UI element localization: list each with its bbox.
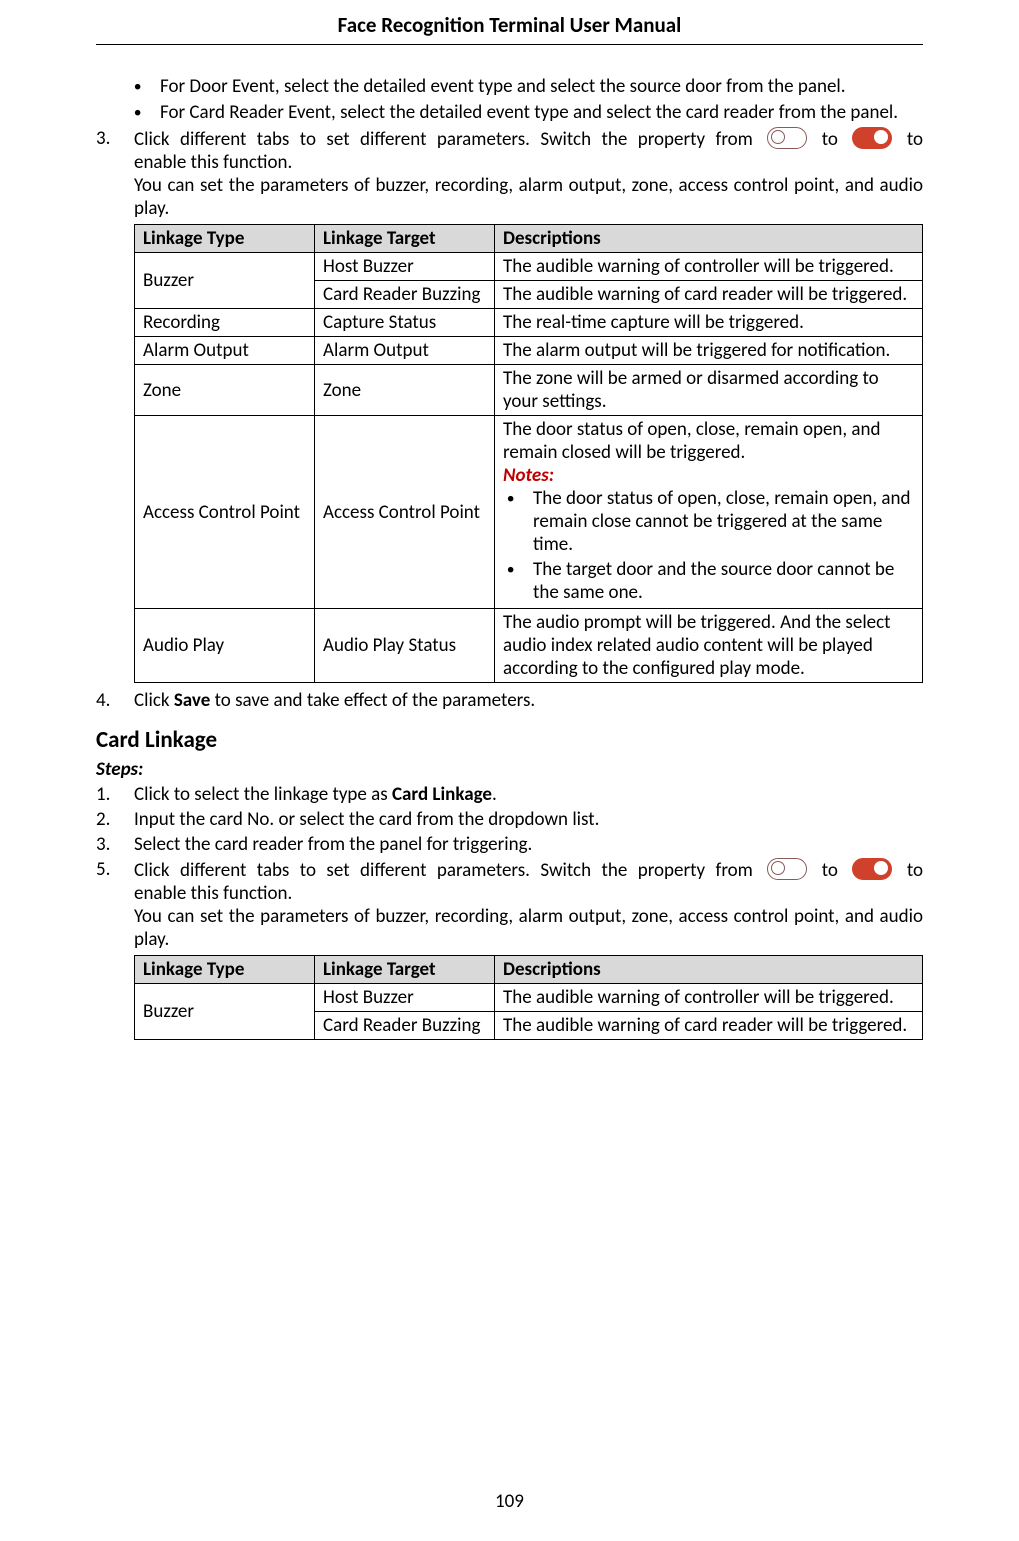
text: Click <box>134 689 174 712</box>
table-row: Zone Zone The zone will be armed or disa… <box>135 365 923 416</box>
cell: Access Control Point <box>315 416 495 609</box>
cell: The door status of open, close, remain o… <box>495 416 923 609</box>
text: You can set the parameters of buzzer, re… <box>134 905 923 951</box>
toggle-on-icon <box>852 858 892 880</box>
ordered-list-b: 1. Click to select the linkage type as C… <box>96 783 923 1044</box>
list-item: 1. Click to select the linkage type as C… <box>96 783 923 806</box>
text: Click different tabs to set different pa… <box>134 128 763 151</box>
linkage-table-2: Linkage Type Linkage Target Descriptions… <box>134 955 923 1040</box>
item-text: Click to select the linkage type as Card… <box>134 783 923 806</box>
item-text: Click different tabs to set different pa… <box>134 127 923 687</box>
ordered-list-a: 3. Click different tabs to set different… <box>96 127 923 712</box>
item-number: 1. <box>96 783 126 806</box>
cell: The zone will be armed or disarmed accor… <box>495 365 923 416</box>
top-bullet-list: For Door Event, select the detailed even… <box>96 75 923 125</box>
list-item: 2. Input the card No. or select the card… <box>96 808 923 831</box>
cell: Alarm Output <box>135 337 315 365</box>
steps-label: Steps: <box>96 758 923 781</box>
text-bold: Card Linkage <box>392 783 492 806</box>
table-row: Buzzer Host Buzzer The audible warning o… <box>135 253 923 281</box>
th-linkage-target: Linkage Target <box>315 225 495 253</box>
text: The door status of open, close, remain o… <box>533 487 914 556</box>
list-item: 3. Click different tabs to set different… <box>96 127 923 687</box>
list-item: For Card Reader Event, select the detail… <box>134 101 923 125</box>
table-row: Alarm Output Alarm Output The alarm outp… <box>135 337 923 365</box>
cell: The audible warning of controller will b… <box>495 253 923 281</box>
list-item: 4. Click Save to save and take effect of… <box>96 689 923 712</box>
doc-header: Face Recognition Terminal User Manual <box>96 12 923 45</box>
cell: The audible warning of controller will b… <box>495 984 923 1012</box>
table-row: Buzzer Host Buzzer The audible warning o… <box>135 984 923 1012</box>
item-text: Input the card No. or select the card fr… <box>134 808 923 831</box>
text: You can set the parameters of buzzer, re… <box>134 174 923 220</box>
text: The door status of open, close, remain o… <box>503 418 881 464</box>
list-item: The target door and the source door cann… <box>507 558 914 604</box>
list-item: For Door Event, select the detailed even… <box>134 75 923 99</box>
cell: Buzzer <box>135 253 315 309</box>
table-row: Recording Capture Status The real-time c… <box>135 309 923 337</box>
item-number: 2. <box>96 808 126 831</box>
cell: The real-time capture will be triggered. <box>495 309 923 337</box>
toggle-off-icon <box>767 858 807 880</box>
cell: Host Buzzer <box>315 253 495 281</box>
text: Click to select the linkage type as <box>134 783 392 806</box>
item-text: Select the card reader from the panel fo… <box>134 833 923 856</box>
text: to save and take effect of the parameter… <box>210 689 535 712</box>
toggle-on-icon <box>852 127 892 149</box>
table-row: Access Control Point Access Control Poin… <box>135 416 923 609</box>
text: to <box>822 128 849 151</box>
th-descriptions: Descriptions <box>495 956 923 984</box>
th-descriptions: Descriptions <box>495 225 923 253</box>
cell: The audio prompt will be triggered. And … <box>495 609 923 683</box>
cell: Card Reader Buzzing <box>315 1012 495 1040</box>
cell: Buzzer <box>135 984 315 1040</box>
cell: Capture Status <box>315 309 495 337</box>
toggle-off-icon <box>767 127 807 149</box>
notes-list: The door status of open, close, remain o… <box>503 487 914 604</box>
cell: Access Control Point <box>135 416 315 609</box>
bullet-text: For Card Reader Event, select the detail… <box>160 101 923 125</box>
table-header-row: Linkage Type Linkage Target Descriptions <box>135 225 923 253</box>
text: Click different tabs to set different pa… <box>134 859 763 882</box>
table-header-row: Linkage Type Linkage Target Descriptions <box>135 956 923 984</box>
text: enable this function. <box>134 151 923 174</box>
cell: The audible warning of card reader will … <box>495 1012 923 1040</box>
th-linkage-type: Linkage Type <box>135 225 315 253</box>
text: to <box>907 128 923 151</box>
list-item: 3. Select the card reader from the panel… <box>96 833 923 856</box>
cell: Recording <box>135 309 315 337</box>
cell: Zone <box>135 365 315 416</box>
table-row: Audio Play Audio Play Status The audio p… <box>135 609 923 683</box>
item-number: 3. <box>96 833 126 856</box>
cell: The alarm output will be triggered for n… <box>495 337 923 365</box>
text: . <box>492 783 497 806</box>
th-linkage-target: Linkage Target <box>315 956 495 984</box>
cell: Host Buzzer <box>315 984 495 1012</box>
item-text: Click different tabs to set different pa… <box>134 858 923 1044</box>
linkage-table-1: Linkage Type Linkage Target Descriptions… <box>134 224 923 683</box>
item-text: Click Save to save and take effect of th… <box>134 689 923 712</box>
cell: The audible warning of card reader will … <box>495 281 923 309</box>
list-item: The door status of open, close, remain o… <box>507 487 914 556</box>
th-linkage-type: Linkage Type <box>135 956 315 984</box>
cell: Alarm Output <box>315 337 495 365</box>
list-item: 5. Click different tabs to set different… <box>96 858 923 1044</box>
text: The target door and the source door cann… <box>533 558 914 604</box>
text: to <box>907 859 923 882</box>
cell: Card Reader Buzzing <box>315 281 495 309</box>
text: to <box>822 859 849 882</box>
item-number: 3. <box>96 127 126 687</box>
notes-label: Notes: <box>503 464 554 487</box>
item-number: 5. <box>96 858 126 1044</box>
text-bold: Save <box>174 689 210 712</box>
page-number: 109 <box>0 1490 1019 1513</box>
cell: Audio Play <box>135 609 315 683</box>
cell: Audio Play Status <box>315 609 495 683</box>
text: enable this function. <box>134 882 923 905</box>
bullet-text: For Door Event, select the detailed even… <box>160 75 923 99</box>
card-linkage-heading: Card Linkage <box>96 726 923 754</box>
cell: Zone <box>315 365 495 416</box>
item-number: 4. <box>96 689 126 712</box>
